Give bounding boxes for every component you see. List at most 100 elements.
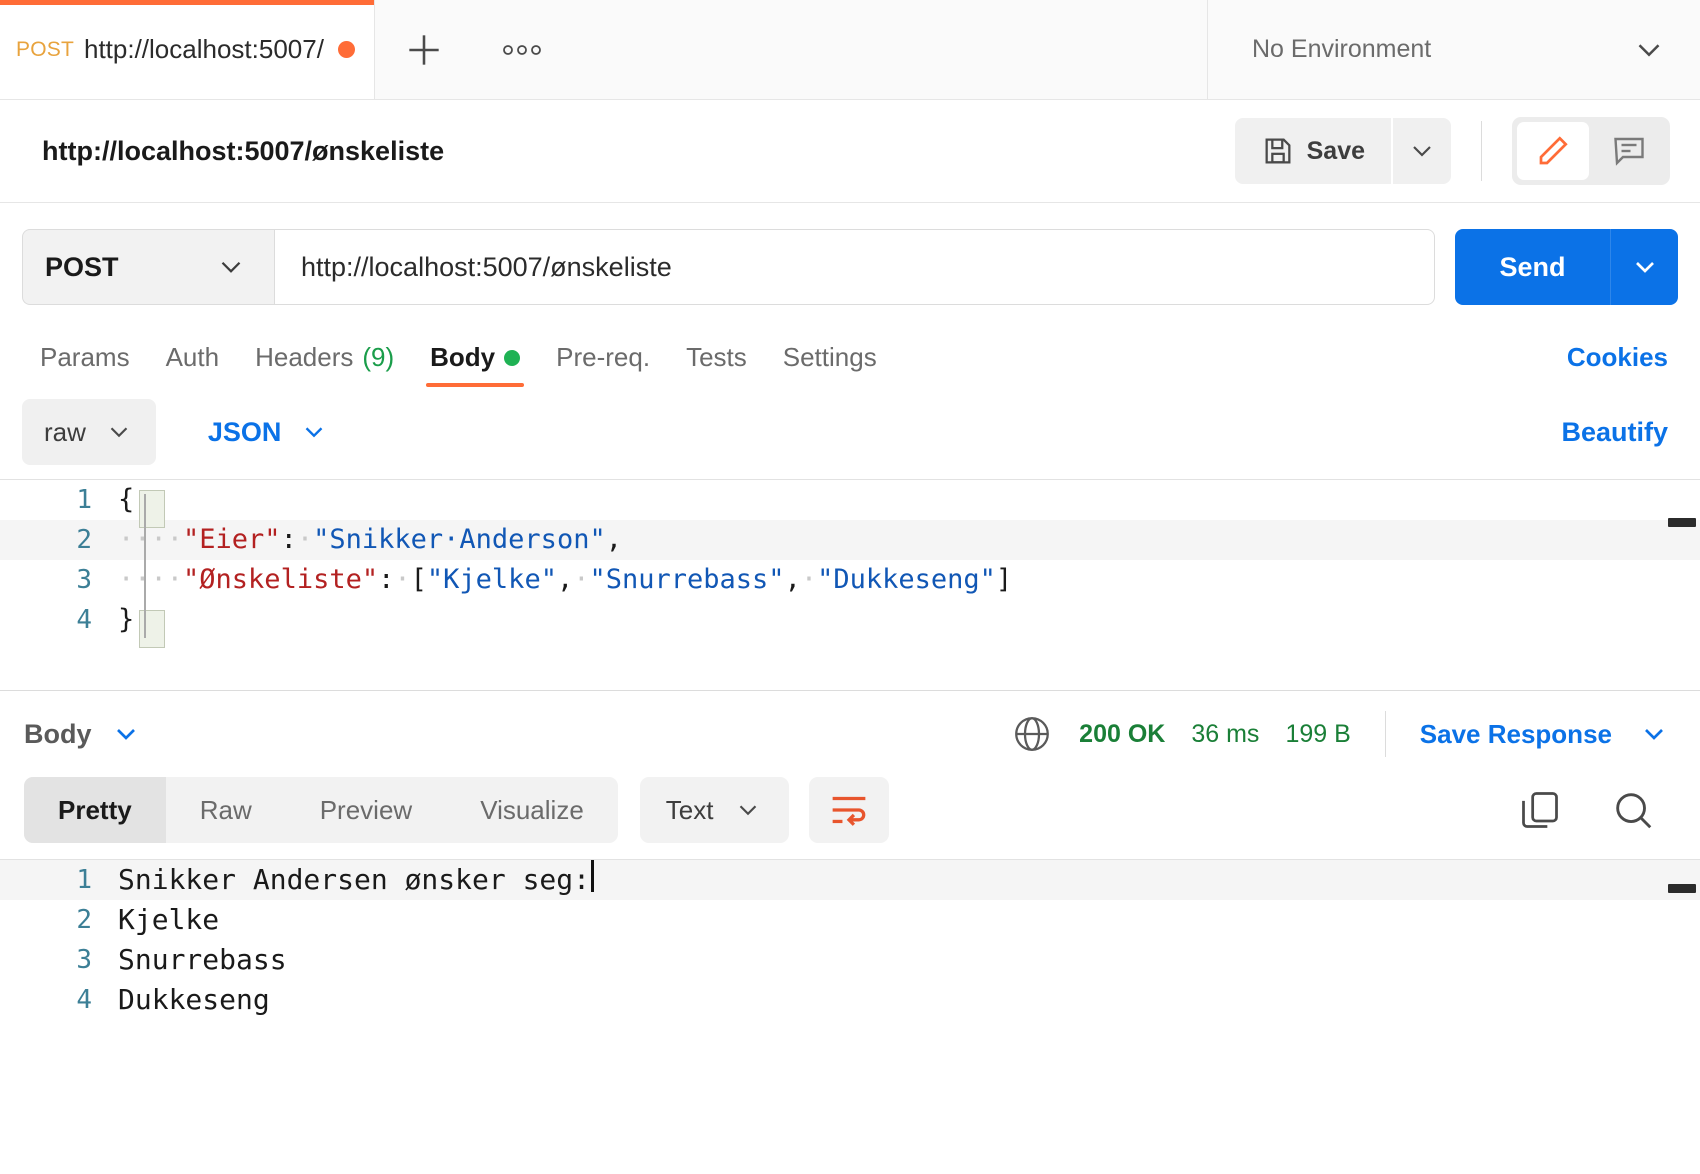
tab-method-label: POST: [16, 37, 74, 61]
environment-label: No Environment: [1252, 35, 1432, 63]
response-actions: [1518, 787, 1676, 833]
tab-pretty[interactable]: Pretty: [24, 777, 166, 843]
tab-visualize[interactable]: Visualize: [446, 777, 618, 843]
comment-icon: [1614, 137, 1644, 166]
tab-prerequest[interactable]: Pre-req.: [538, 342, 668, 387]
response-scrollbar[interactable]: [1668, 884, 1696, 893]
tab-settings-label: Settings: [782, 342, 877, 372]
chevron-down-icon: [110, 427, 128, 438]
code-line: 3 ····"Ønskeliste":·["Kjelke",·"Snurreba…: [0, 560, 1700, 600]
tab-auth[interactable]: Auth: [148, 342, 238, 387]
method-label: POST: [45, 251, 119, 282]
save-button[interactable]: Save: [1234, 118, 1391, 184]
response-time: 36 ms: [1191, 719, 1260, 748]
line-number: 1: [76, 865, 92, 895]
send-button[interactable]: Send: [1455, 229, 1610, 305]
header-divider: [1481, 121, 1482, 181]
tab-more-button[interactable]: [473, 0, 571, 99]
send-options-button[interactable]: [1610, 229, 1678, 305]
line-content: Snurrebass: [118, 943, 287, 976]
tab-auth-label: Auth: [165, 342, 220, 372]
line-number: 2: [76, 905, 92, 935]
word-wrap-button[interactable]: [809, 777, 890, 843]
tab-preview[interactable]: Preview: [286, 777, 446, 843]
tab-headers[interactable]: Headers (9): [237, 342, 412, 387]
response-section-label: Body: [24, 718, 92, 749]
cookies-link[interactable]: Cookies: [1567, 342, 1678, 387]
line-number: 1: [76, 485, 92, 515]
chevron-down-icon: [306, 427, 323, 438]
edit-mode-button[interactable]: [1517, 122, 1589, 180]
method-selector[interactable]: POST: [22, 229, 274, 305]
save-options-button[interactable]: [1393, 118, 1451, 184]
more-horizontal-icon: [503, 44, 541, 55]
chevron-down-icon: [740, 805, 757, 816]
line-number: 2: [76, 525, 92, 555]
response-format-label: Text: [665, 794, 714, 825]
new-tab-button[interactable]: [375, 0, 473, 99]
chevron-down-icon: [116, 729, 135, 740]
tab-settings[interactable]: Settings: [765, 342, 895, 387]
tab-tests[interactable]: Tests: [668, 342, 765, 387]
request-title[interactable]: http://localhost:5007/ønskeliste: [42, 136, 1235, 167]
line-content: }: [118, 604, 135, 635]
meta-divider: [1384, 711, 1386, 757]
tab-tests-label: Tests: [686, 342, 747, 372]
response-size: 199 B: [1285, 719, 1351, 748]
response-meta-row: Body 200 OK 36 ms 199 B Save Response: [0, 691, 1700, 777]
response-section-selector[interactable]: Body: [24, 718, 142, 750]
request-tab-active[interactable]: POST http://localhost:5007/: [0, 0, 375, 99]
word-wrap-icon: [833, 796, 866, 826]
line-content: Dukkeseng: [118, 983, 270, 1016]
save-label: Save: [1306, 136, 1365, 165]
line-content: ····"Ønskeliste":·["Kjelke",·"Snurrebass…: [118, 564, 1013, 595]
text-cursor: [591, 860, 595, 892]
line-number: 4: [76, 985, 92, 1015]
beautify-button[interactable]: Beautify: [1561, 417, 1678, 448]
tab-raw[interactable]: Raw: [166, 777, 286, 843]
status-code: 200 OK: [1079, 719, 1166, 748]
code-line: 4 }: [0, 600, 1700, 640]
comment-button[interactable]: [1593, 122, 1665, 180]
view-mode-group: [1512, 117, 1670, 185]
request-body-editor[interactable]: 1 { 2 ····"Eier":·"Snikker·Anderson", 3 …: [0, 479, 1700, 691]
editor-scrollbar[interactable]: [1668, 518, 1696, 527]
tab-bar: POST http://localhost:5007/ No Environme…: [0, 0, 1700, 100]
body-mode-selector[interactable]: raw: [22, 399, 156, 465]
globe-icon[interactable]: [1011, 713, 1053, 755]
line-content: Snikker Andersen ønsker seg:: [118, 863, 591, 896]
search-icon[interactable]: [1610, 787, 1656, 833]
tab-body-label: Body: [430, 342, 496, 372]
line-number: 3: [76, 565, 92, 595]
body-options-row: raw JSON Beautify: [0, 387, 1700, 479]
response-view-tabs: Pretty Raw Preview Visualize: [24, 777, 618, 843]
unsaved-indicator-icon: [337, 41, 355, 58]
chevron-down-icon: [1413, 146, 1431, 157]
environment-selector[interactable]: No Environment: [1207, 0, 1700, 99]
tab-body[interactable]: Body: [412, 342, 538, 387]
save-response-button[interactable]: Save Response: [1420, 719, 1612, 750]
tab-params[interactable]: Params: [22, 342, 148, 387]
url-input[interactable]: http://localhost:5007/ønskeliste: [274, 229, 1435, 305]
code-line: 1 {: [0, 480, 1700, 520]
tab-headers-label: Headers: [255, 342, 354, 372]
request-header-row: http://localhost:5007/ønskeliste Save: [0, 100, 1700, 203]
tab-prerequest-label: Pre-req.: [556, 342, 651, 372]
line-number: 3: [76, 945, 92, 975]
copy-icon[interactable]: [1518, 788, 1562, 832]
floppy-disk-icon: [1265, 138, 1291, 164]
headers-count-badge: (9): [362, 342, 395, 372]
tab-params-label: Params: [40, 342, 130, 372]
response-stats: 200 OK 36 ms 199 B Save Response: [1011, 711, 1670, 757]
chevron-down-icon[interactable]: [1638, 718, 1670, 750]
response-format-selector[interactable]: Text: [639, 777, 790, 843]
response-tabs-row: Pretty Raw Preview Visualize Text: [0, 777, 1700, 859]
chevron-down-icon: [1638, 43, 1660, 57]
line-number: 4: [76, 605, 92, 635]
body-language-selector[interactable]: JSON: [182, 417, 356, 448]
chevron-down-icon: [1635, 262, 1654, 273]
body-language-label: JSON: [207, 416, 282, 447]
response-line: 2 Kjelke: [0, 900, 1700, 940]
response-body-viewer[interactable]: 1 Snikker Andersen ønsker seg: 2 Kjelke …: [0, 859, 1700, 1049]
body-mode-label: raw: [44, 416, 86, 447]
